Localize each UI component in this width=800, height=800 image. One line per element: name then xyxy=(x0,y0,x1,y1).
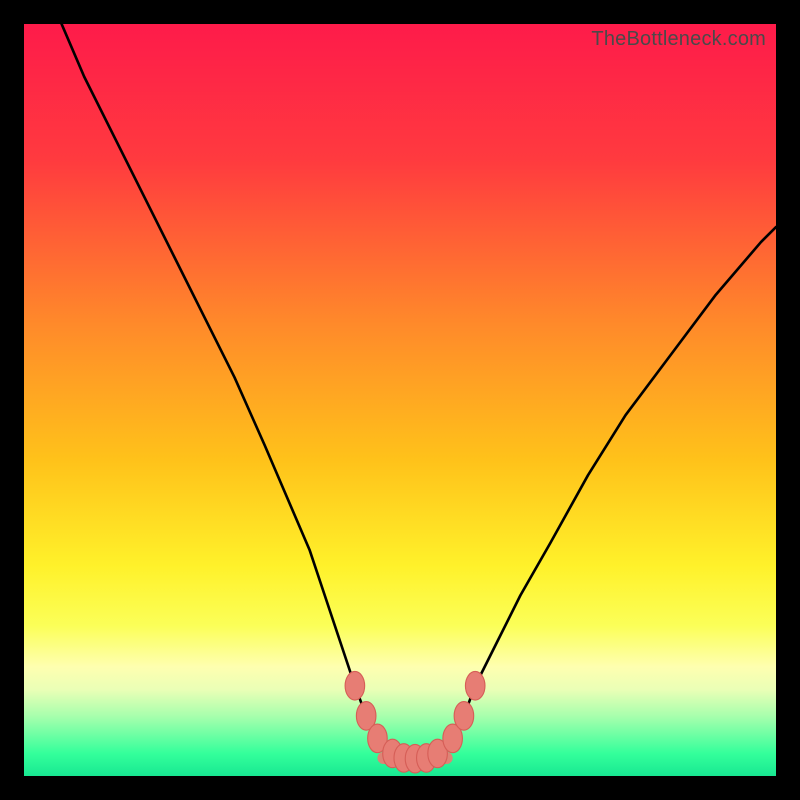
bottleneck-curve xyxy=(62,24,776,759)
curve-layer xyxy=(24,24,776,776)
curve-markers xyxy=(345,671,485,773)
watermark-text: TheBottleneck.com xyxy=(591,28,766,51)
chart-frame: TheBottleneck.com xyxy=(0,0,800,800)
curve-marker xyxy=(454,702,474,731)
curve-marker xyxy=(345,671,365,700)
curve-marker xyxy=(465,671,485,700)
plot-area: TheBottleneck.com xyxy=(24,24,776,776)
